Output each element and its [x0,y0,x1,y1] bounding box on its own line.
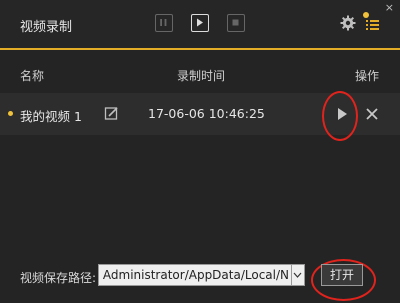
delete-icon[interactable] [365,107,379,121]
stop-icon [232,19,239,26]
path-dropdown-button[interactable] [292,264,305,286]
open-folder-button[interactable]: 打开 [321,264,363,286]
record-play-button[interactable] [191,14,209,32]
title-bar: 视频录制 × [0,0,400,48]
accent-divider [0,48,400,50]
save-path-label: 视频保存路径: [20,271,97,285]
highlight-ring-play [322,91,358,141]
record-time: 17-06-06 10:46:25 [148,106,265,121]
chevron-down-icon [293,272,302,278]
gear-icon[interactable] [340,15,356,31]
new-item-dot [8,111,13,116]
edit-icon[interactable] [104,106,119,121]
window-title: 视频录制 [20,20,73,35]
pause-button[interactable] [155,14,173,32]
notification-dot [363,12,369,18]
pause-icon [160,19,167,26]
video-name: 我的视频 1 [20,109,82,124]
column-header-name: 名称 [20,69,45,83]
close-button[interactable]: × [385,1,394,14]
save-path-value: Administrator/AppData/Local/N [102,268,289,282]
column-header-time: 录制时间 [177,69,226,83]
stop-button[interactable] [227,14,245,32]
column-header-actions: 操作 [355,69,380,83]
save-path-input[interactable]: Administrator/AppData/Local/N [98,264,292,286]
play-icon [197,18,203,27]
